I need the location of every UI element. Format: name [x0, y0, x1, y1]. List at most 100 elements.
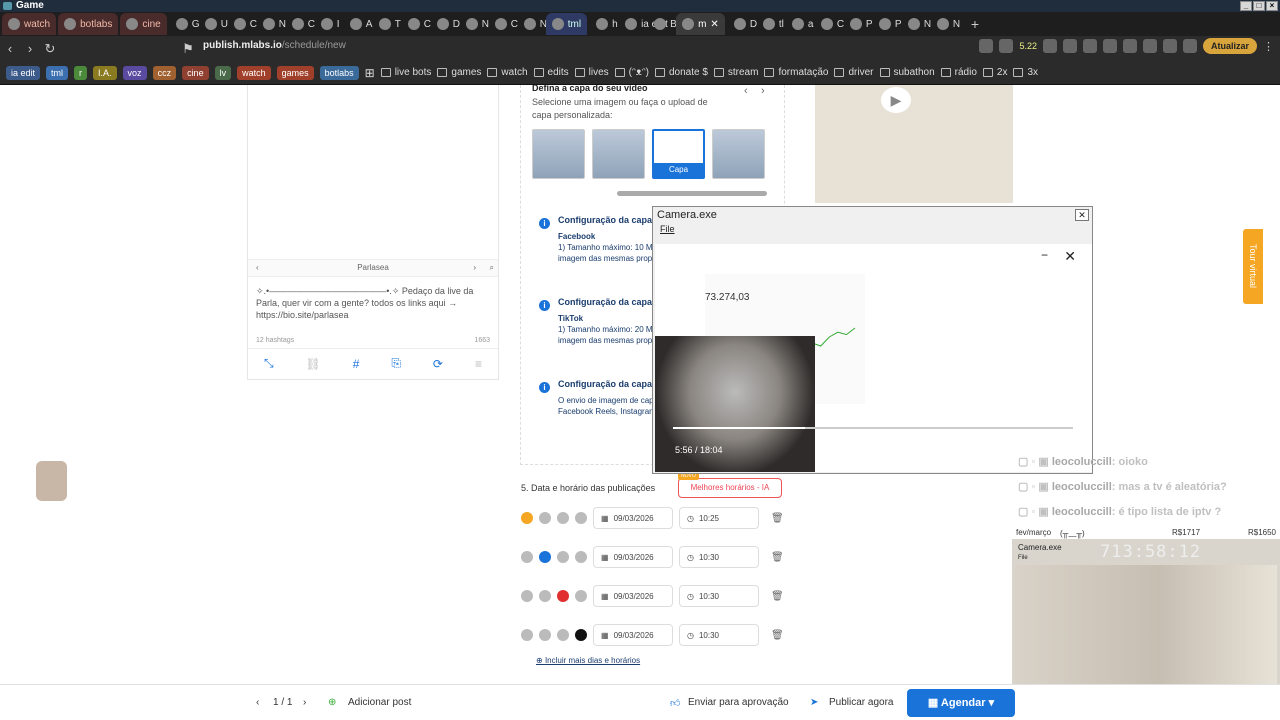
delete-icon[interactable]: 🗑︎: [771, 513, 784, 524]
browser-tab[interactable]: N: [901, 13, 931, 35]
date-field[interactable]: ▦ 09/03/2026: [593, 585, 673, 607]
extension-icon[interactable]: [1102, 39, 1117, 53]
date-field[interactable]: ▦ 09/03/2026: [593, 507, 673, 529]
social-network-icon[interactable]: [521, 551, 533, 563]
social-network-icon[interactable]: [521, 590, 533, 602]
url-field[interactable]: publish.mlabs.io/schedule/new: [203, 40, 346, 51]
bookmark-folder[interactable]: rádio: [940, 67, 977, 78]
browser-tab[interactable]: N: [459, 13, 489, 35]
browser-tab[interactable]: watch: [2, 13, 57, 35]
delete-icon[interactable]: 🗑︎: [771, 552, 784, 563]
browser-tab[interactable]: U: [198, 13, 228, 35]
browser-tab[interactable]: h: [589, 13, 618, 35]
browser-tab[interactable]: C: [814, 13, 844, 35]
time-field[interactable]: ◷ 10:25: [679, 507, 759, 529]
time-field[interactable]: ◷ 10:30: [679, 546, 759, 568]
delete-icon[interactable]: 🗑︎: [771, 630, 784, 641]
collapse-icon[interactable]: ⤡: [264, 356, 274, 371]
social-network-icon[interactable]: [539, 512, 551, 524]
browser-tab[interactable]: tl: [756, 13, 784, 35]
browser-tab[interactable]: cine: [120, 13, 167, 35]
social-network-icon[interactable]: [539, 629, 551, 641]
cover-thumbnail[interactable]: [532, 129, 585, 179]
extension-icon[interactable]: [1062, 39, 1077, 53]
browser-tab[interactable]: tml: [545, 13, 588, 35]
bookmark-chip[interactable]: cine: [182, 65, 209, 80]
bookmark-folder[interactable]: lives: [574, 67, 609, 78]
social-network-icon[interactable]: [557, 512, 569, 524]
bookmark-chip[interactable]: I.A.: [93, 65, 117, 80]
captions-icon[interactable]: ▭: [1025, 441, 1036, 455]
time-field[interactable]: ◷ 10:30: [679, 624, 759, 646]
play-icon[interactable]: ▶: [881, 87, 911, 113]
schedule-button[interactable]: ▦ Agendar ▾: [907, 689, 1015, 717]
chevron-right-icon[interactable]: ›: [473, 260, 476, 276]
social-network-icon[interactable]: [539, 551, 551, 563]
browser-tab[interactable]: D: [430, 13, 460, 35]
bookmark-chip[interactable]: lv: [214, 65, 232, 80]
bookmark-folder[interactable]: edits: [533, 67, 569, 78]
chevron-left-icon[interactable]: ‹: [256, 260, 259, 276]
date-field[interactable]: ▦ 09/03/2026: [593, 624, 673, 646]
close-icon[interactable]: ✕: [1075, 209, 1089, 221]
extension-icon[interactable]: [1042, 39, 1057, 53]
back-icon[interactable]: ‹: [0, 41, 20, 56]
browser-tab[interactable]: N: [517, 13, 547, 35]
chevron-left-icon[interactable]: ‹: [256, 697, 259, 708]
browser-tab[interactable]: D: [727, 13, 757, 35]
bookmark-chip[interactable]: watch: [237, 65, 271, 80]
forward-icon[interactable]: ›: [20, 41, 40, 56]
play-icon[interactable]: ▶: [869, 441, 878, 455]
bookmark-chip[interactable]: voz: [122, 65, 147, 80]
video-progress-bar[interactable]: [673, 427, 1073, 429]
extension-badge[interactable]: 5.22: [1019, 41, 1037, 51]
bookmark-chip[interactable]: r: [74, 65, 88, 80]
link-icon[interactable]: ⛓: [306, 357, 321, 371]
browser-tab[interactable]: B: [647, 13, 677, 35]
best-times-button[interactable]: Melhores horários - IA: [678, 478, 782, 498]
cover-thumbnail[interactable]: [592, 129, 645, 179]
bookmark-folder[interactable]: donate $: [654, 67, 708, 78]
social-network-icon[interactable]: [521, 512, 533, 524]
send-approval-button[interactable]: Enviar para aprovação: [688, 697, 789, 708]
bookmark-chip[interactable]: games: [276, 65, 314, 80]
extension-icon[interactable]: [1142, 39, 1157, 53]
search-icon[interactable]: ⌕: [490, 260, 494, 276]
extension-icon[interactable]: [1122, 39, 1137, 53]
social-network-icon[interactable]: [575, 512, 587, 524]
browser-tab[interactable]: P: [843, 13, 872, 35]
social-network-icon[interactable]: [575, 551, 587, 563]
thumbnail-scrollbar[interactable]: [617, 191, 767, 196]
social-network-icon[interactable]: [557, 551, 569, 563]
bookmark-folder[interactable]: 3x: [1013, 67, 1038, 78]
file-icon[interactable]: ⎘: [391, 356, 401, 371]
extension-icon[interactable]: [999, 39, 1014, 53]
browser-tab[interactable]: C: [285, 13, 315, 35]
chevron-right-icon[interactable]: ›: [303, 697, 306, 708]
bookmark-folder[interactable]: stream: [713, 67, 758, 78]
bookmark-chip[interactable]: botlabs: [319, 65, 359, 80]
add-more-dates-link[interactable]: ⊕ Incluir mais dias e horários: [536, 656, 640, 665]
browser-tab[interactable]: N: [930, 13, 960, 35]
chevron-left-icon[interactable]: ‹: [744, 85, 748, 97]
tour-virtual-tab[interactable]: Tour virtual: [1243, 229, 1263, 304]
forward-icon[interactable]: ↻: [896, 441, 906, 455]
menu-icon[interactable]: ⋮: [1263, 40, 1280, 53]
browser-tab[interactable]: botlabs: [58, 13, 119, 35]
volume-icon[interactable]: 🔊︎: [945, 441, 953, 456]
social-network-icon[interactable]: [521, 629, 533, 641]
minimize-button[interactable]: _: [1240, 1, 1252, 11]
bookmark-folder[interactable]: (ᵔᴥᵔ): [614, 67, 649, 78]
extension-icon[interactable]: [1182, 39, 1197, 53]
reload-icon[interactable]: ↻: [40, 41, 60, 57]
browser-tab[interactable]: T: [372, 13, 401, 35]
social-network-icon[interactable]: [557, 629, 569, 641]
video-preview[interactable]: ▶: [815, 85, 1013, 203]
publish-now-button[interactable]: Publicar agora: [829, 697, 893, 708]
close-tab-icon[interactable]: ✕: [710, 19, 718, 30]
cover-thumbnail[interactable]: [712, 129, 765, 179]
browser-tab[interactable]: A: [343, 13, 372, 35]
extension-icon[interactable]: [1162, 39, 1177, 53]
browser-tab[interactable]: C: [488, 13, 518, 35]
bookmark-chip[interactable]: ccz: [152, 65, 177, 80]
